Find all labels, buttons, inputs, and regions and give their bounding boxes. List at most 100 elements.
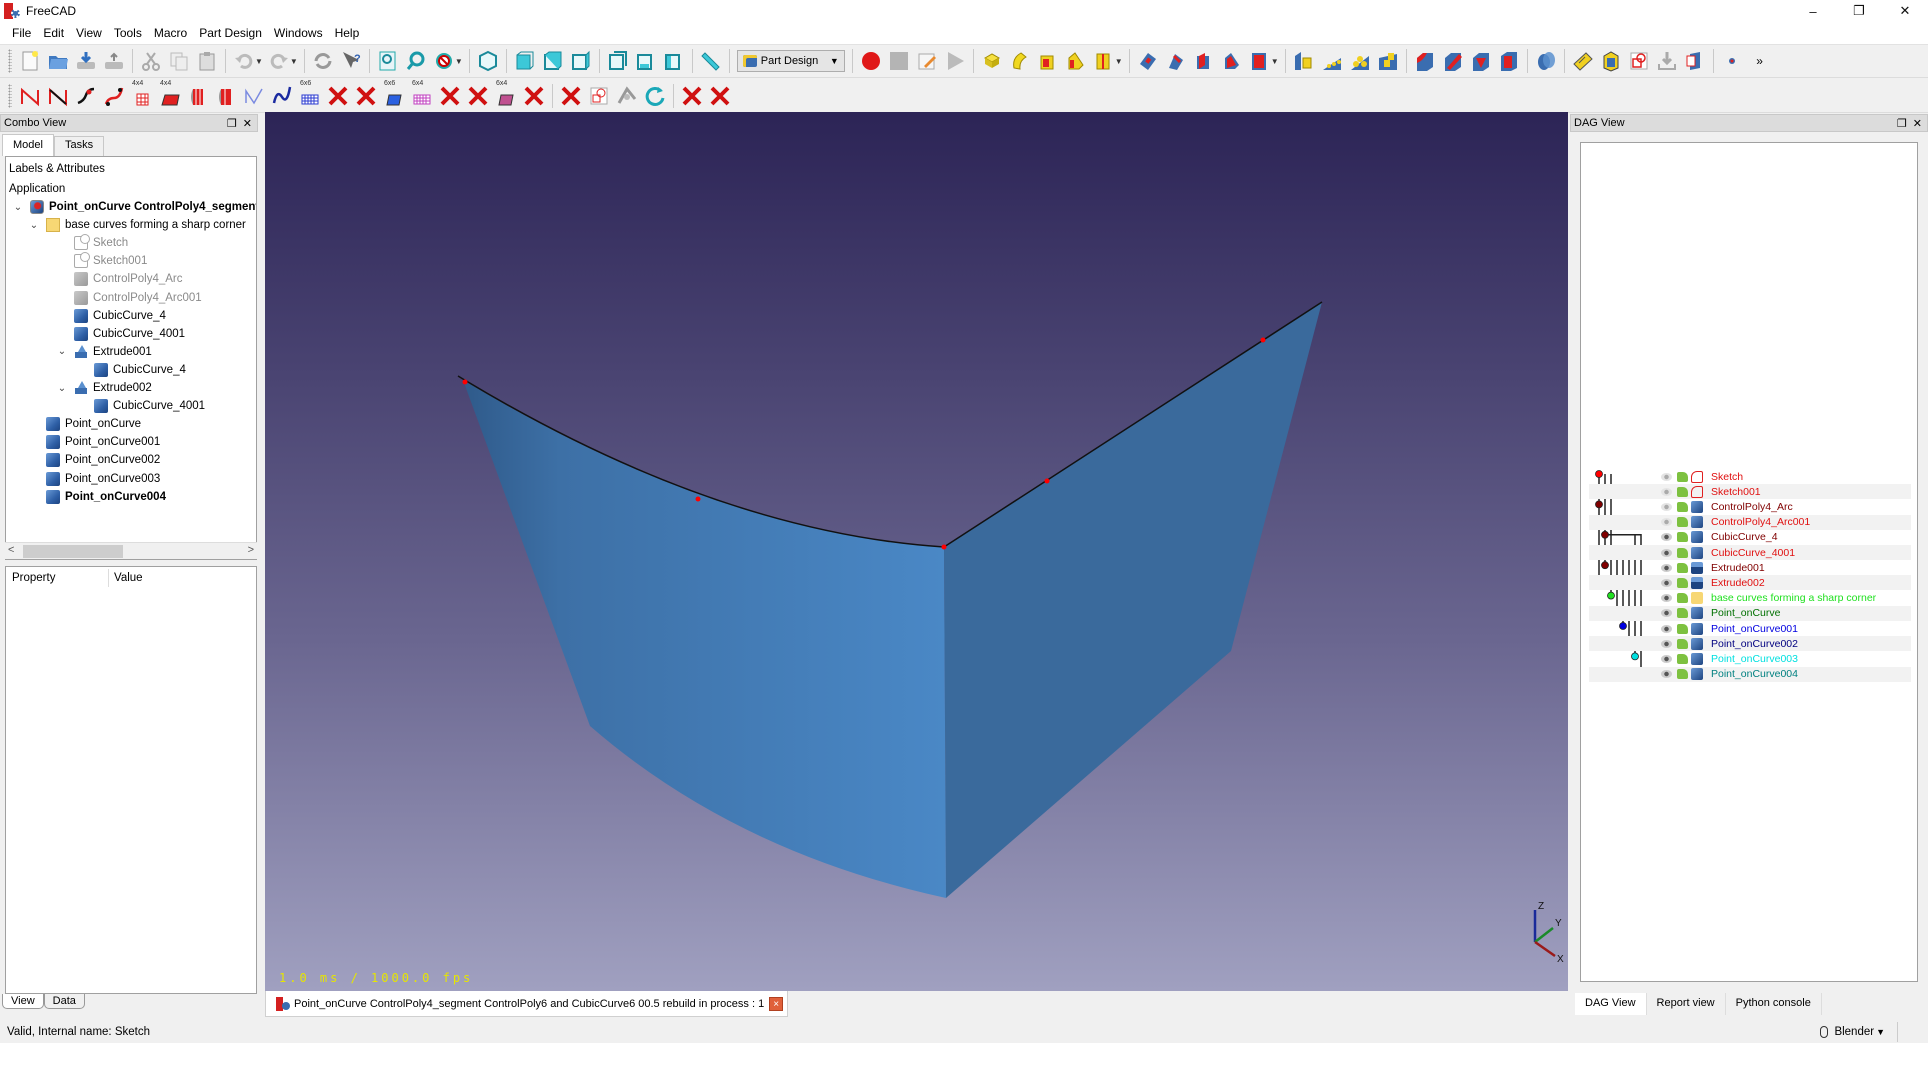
open-folder-icon[interactable] [44,47,72,75]
dag-row[interactable]: Point_onCurve003 [1589,651,1911,666]
dag-row[interactable]: Point_onCurve004 [1589,666,1911,682]
visibility-eye-icon[interactable] [1661,639,1672,648]
selectable-hand-icon[interactable] [1677,623,1688,634]
pocket-icon[interactable] [1134,47,1162,75]
subtractive-primitive-icon[interactable] [1246,47,1274,75]
bspline-icon[interactable] [268,82,296,110]
minimize-button[interactable]: – [1790,0,1836,22]
visibility-eye-icon[interactable] [1661,472,1672,481]
3d-scene[interactable]: Z Y X [265,112,1568,991]
fit-all-icon[interactable] [374,47,402,75]
tree-item[interactable]: ⌄ Extrude001 [56,343,152,361]
dag-row[interactable]: base curves forming a sharp corner [1589,591,1911,606]
linear-pattern-icon[interactable] [1318,47,1346,75]
delete-x-icon[interactable] [706,82,734,110]
chamfer-icon[interactable] [1439,47,1467,75]
menu-windows[interactable]: Windows [268,26,329,40]
right-flat-face[interactable] [944,302,1322,898]
shape-binder-icon[interactable] [1597,47,1625,75]
grid-6x6-icon[interactable]: 6x6 [296,80,324,110]
tree-item[interactable]: ⌄ Point_onCurve ControlPoly4_segment Cont… [12,198,256,216]
toolbar-overflow-icon[interactable]: » [1746,47,1774,75]
scroll-left-icon[interactable]: < [8,544,14,556]
rebuild-icon[interactable] [641,82,669,110]
tree-item[interactable]: Sketch [56,234,128,252]
whats-this-icon[interactable]: ? [337,47,365,75]
refresh-icon[interactable] [309,47,337,75]
import-icon[interactable] [1653,47,1681,75]
visibility-eye-icon[interactable] [1661,487,1672,496]
new-document-icon[interactable] [16,47,44,75]
delete-x-icon[interactable] [324,82,352,110]
visibility-eye-icon[interactable] [1661,654,1672,663]
tree-item[interactable]: Point_onCurve004 [28,488,166,506]
thickness-icon[interactable] [1495,47,1523,75]
view-front-icon[interactable] [511,47,539,75]
view-bottom-icon[interactable] [632,47,660,75]
toolbar-grip[interactable] [8,83,12,108]
selectable-hand-icon[interactable] [1677,547,1688,558]
copy-icon[interactable] [165,47,193,75]
selectable-hand-icon[interactable] [1677,608,1688,619]
expand-chevron-icon[interactable]: ⌄ [28,220,40,231]
redo-icon[interactable] [265,47,293,75]
view-isometric-icon[interactable] [474,47,502,75]
delete-x-icon[interactable] [520,82,548,110]
menu-help[interactable]: Help [329,26,366,40]
selectable-hand-icon[interactable] [1677,486,1688,497]
control-poly-line-icon[interactable] [44,82,72,110]
delete-x-icon[interactable] [464,82,492,110]
dag-row[interactable]: CubicCurve_4001 [1589,545,1911,560]
grid-6x4-icon[interactable]: 6x4 [408,80,436,110]
delete-x-icon[interactable] [557,82,585,110]
restore-button[interactable]: ❐ [1836,0,1882,22]
grid-4x4-icon[interactable]: 4x4 [128,80,156,110]
menu-part-design[interactable]: Part Design [193,26,268,40]
close-panel-icon[interactable]: ✕ [1913,117,1922,130]
macro-run-icon[interactable] [941,47,969,75]
expand-chevron-icon[interactable]: ⌄ [12,202,24,213]
control-poly-icon[interactable] [16,82,44,110]
blend-surface-icon[interactable] [184,82,212,110]
measure-icon[interactable] [697,47,725,75]
visibility-eye-icon[interactable] [1661,578,1672,587]
selectable-hand-icon[interactable] [1677,638,1688,649]
point-icon[interactable] [1718,47,1746,75]
selectable-hand-icon[interactable] [1677,471,1688,482]
undo-icon[interactable] [230,47,258,75]
close-document-icon[interactable]: × [769,996,784,1011]
toolbar-grip[interactable] [8,49,12,73]
tree-item[interactable]: ControlPoly4_Arc001 [56,289,202,307]
float-panel-icon[interactable]: ❐ [227,117,237,130]
dag-row[interactable]: Point_onCurve001 [1589,621,1911,636]
delete-x-icon[interactable] [436,82,464,110]
tree-item[interactable]: Point_onCurve002 [28,451,160,469]
visibility-eye-icon[interactable] [1661,624,1672,633]
selectable-hand-icon[interactable] [1677,593,1688,604]
cubic-curve-icon[interactable] [72,82,100,110]
curve-point[interactable] [941,544,947,550]
tree-item[interactable]: CubicCurve_4 [56,307,166,325]
selectable-hand-icon[interactable] [1677,517,1688,528]
tab-dag-view[interactable]: DAG View [1575,993,1647,1015]
delete-x-icon[interactable] [352,82,380,110]
surface-6x4-icon[interactable]: 6x4 [492,80,520,110]
visibility-eye-icon[interactable] [1661,670,1672,679]
additive-primitive-icon[interactable] [1090,47,1118,75]
mirrored-icon[interactable] [1290,47,1318,75]
workbench-selector[interactable]: Part Design ▼ [736,50,845,72]
surface-6x6-icon[interactable]: 6x6 [380,80,408,110]
surface-4x4-icon[interactable]: 4x4 [156,80,184,110]
fit-selection-icon[interactable] [402,47,430,75]
visibility-eye-icon[interactable] [1661,518,1672,527]
dag-row[interactable]: CubicCurve_4 [1589,530,1911,545]
clone-icon[interactable] [1625,47,1653,75]
view-rear-icon[interactable] [604,47,632,75]
dag-row[interactable]: ControlPoly4_Arc001 [1589,514,1911,530]
document-tab[interactable]: Point_onCurve ControlPoly4_segment Contr… [265,991,788,1017]
menu-tools[interactable]: Tools [108,26,148,40]
fillet-icon[interactable] [1411,47,1439,75]
polar-pattern-icon[interactable] [1346,47,1374,75]
scroll-right-icon[interactable]: > [248,544,254,556]
bspline-thin-icon[interactable] [240,82,268,110]
